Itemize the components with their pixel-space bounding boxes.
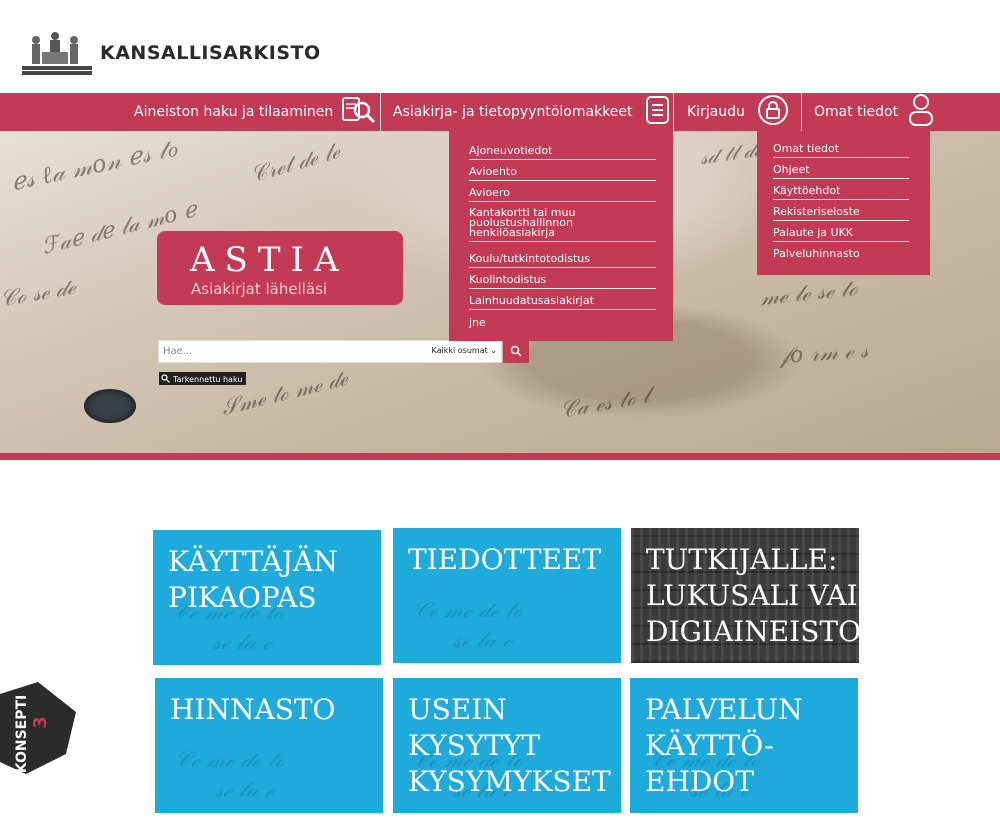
nav-label: Kirjaudu [687, 104, 745, 120]
menu-item[interactable]: Rekisteriseloste [773, 206, 909, 221]
search-button[interactable] [503, 340, 529, 363]
menu-item[interactable]: Kuolintodistus [469, 274, 656, 289]
nav-search-and-order[interactable]: Aineiston haku ja tilaaminen [134, 93, 377, 131]
forms-dropdown-menu: Ajoneuvotiedot Avioehto Avioero Kantakor… [449, 131, 673, 341]
tile-background-script: 𝒞ℯ 𝓂ℯ 𝒹ℯ 𝓉ℴ [175, 748, 285, 773]
astia-subtitle: Asiakirjat lähelläsi [191, 280, 328, 298]
chevron-down-icon: ⌄ [490, 346, 497, 355]
search-input[interactable]: Hae... [163, 346, 192, 357]
logo-wordmark: KANSALLISARKISTO [100, 42, 321, 64]
menu-item[interactable]: Lainhuudatusasiakirjat [469, 295, 656, 310]
tile-terms-of-use[interactable]: 𝒞ℯ 𝓂ℯ 𝒹ℯ 𝓉ℴ 𝓈ℯ 𝓁𝒶 ℯ PALVELUN KÄYTTÖ- EHD… [630, 678, 858, 813]
concept-badge: KONSEPTI 3 [0, 682, 76, 774]
nav-label: Aineiston haku ja tilaaminen [134, 104, 334, 120]
tile-background-script: 𝒞ℯ 𝓂ℯ 𝒹ℯ 𝓉ℴ [413, 598, 523, 623]
tile-announcements[interactable]: 𝒞ℯ 𝓂ℯ 𝒹ℯ 𝓉ℴ 𝓈ℯ 𝓁𝒶 ℯ TIEDOTTEET [393, 528, 621, 663]
nav-divider [673, 93, 674, 131]
manuscript-text-decoration: 𝓈𝒹 𝓉𝓁 𝒹ℯ [698, 136, 763, 170]
menu-item[interactable]: Ajoneuvotiedot [469, 145, 656, 160]
tile-background-script: 𝓈ℯ 𝓁𝒶 ℯ [213, 630, 272, 655]
manuscript-text-decoration: 𝓂ℯ 𝓁ℯ 𝓈ℯ 𝓉ℴ [758, 275, 859, 312]
archive-seal-logo [22, 30, 92, 76]
nav-label: Asiakirja- ja tietopyyntölomakkeet [393, 104, 633, 120]
manuscript-text-decoration: 𝒻𝑜 𝓇𝓂 ℯ 𝓈 [779, 337, 870, 370]
user-icon [908, 93, 934, 131]
menu-item[interactable]: Ohjeet [773, 164, 909, 179]
search-icon [510, 342, 522, 361]
nav-login[interactable]: Kirjaudu [687, 93, 789, 131]
advanced-search-link[interactable]: Tarkennettu haku [159, 372, 247, 385]
search-scope-label: Kaikki osumat [431, 346, 488, 355]
menu-item[interactable]: Kantakortti tai muu puolustushallinnon h… [469, 207, 656, 242]
nav-my-info[interactable]: Omat tiedot [814, 93, 934, 131]
advanced-search-label: Tarkennettu haku [173, 374, 243, 384]
search-documents-icon [341, 95, 377, 129]
site-logo[interactable]: KANSALLISARKISTO [22, 28, 320, 78]
lock-icon [757, 94, 789, 130]
tile-label: KÄYTTÄJÄN PIKAOPAS [168, 545, 338, 614]
tile-label: TUTKIJALLE: LUKUSALI VAI DIGIAINEISTO [646, 543, 859, 648]
search-scope-select[interactable]: Kaikki osumat ⌄ [432, 346, 497, 355]
menu-item[interactable]: Avioero [469, 187, 656, 202]
badge-label: KONSEPTI [14, 694, 30, 774]
tile-faq[interactable]: 𝒞ℯ 𝓂ℯ 𝒹ℯ 𝓉ℴ 𝓈ℯ 𝓁𝒶 ℯ USEIN KYSYTYT KYSYMY… [393, 678, 621, 813]
tile-quick-guide[interactable]: 𝒞ℯ 𝓂ℯ 𝒹ℯ 𝓉ℴ 𝓈ℯ 𝓁𝒶 ℯ KÄYTTÄJÄN PIKAOPAS [153, 530, 381, 665]
main-navigation: Aineiston haku ja tilaaminen Asiakirja- … [0, 93, 1000, 131]
tile-background-script: 𝓈ℯ 𝓁𝒶 ℯ [215, 778, 274, 803]
menu-item[interactable]: Käyttöehdot [773, 185, 909, 200]
manuscript-text-decoration: 𝒞𝒶 ℯ𝓈 𝓉ℴ 𝓁 [558, 383, 652, 424]
nav-divider [801, 93, 802, 131]
menu-item[interactable]: Palaute ja UKK [773, 227, 909, 242]
hero-bottom-border [0, 453, 1000, 460]
manuscript-text-decoration: 𝒞ℴ 𝓈ℯ 𝒹ℯ [0, 274, 78, 313]
tile-label: USEIN KYSYTYT KYSYMYKSET [408, 693, 611, 798]
manuscript-text-decoration: ℯ𝓈 ℓ𝒶 𝓂𝑜𝓃 ℯ𝓈 𝓉ℴ [8, 133, 180, 197]
menu-item[interactable]: Koulu/tutkintotodistus [469, 253, 656, 268]
advanced-search-icon [161, 373, 170, 385]
menu-item[interactable]: Palveluhinnasto [773, 248, 909, 262]
nav-divider [380, 93, 381, 131]
nav-forms[interactable]: Asiakirja- ja tietopyyntölomakkeet [393, 93, 671, 131]
tile-label: PALVELUN KÄYTTÖ- EHDOT [645, 693, 803, 798]
search-bar: Hae... Kaikki osumat ⌄ [158, 340, 502, 363]
form-list-icon [645, 95, 671, 129]
menu-item[interactable]: Avioehto [469, 166, 656, 181]
manuscript-text-decoration: 𝒞𝓇ℯ𝓉 𝒹ℯ 𝓁ℯ [248, 138, 343, 189]
badge-number: 3 [29, 716, 51, 729]
tile-label: TIEDOTTEET [408, 543, 602, 576]
menu-item[interactable]: Omat tiedot [773, 143, 909, 158]
user-dropdown-menu: Omat tiedot Ohjeet Käyttöehdot Rekisteri… [757, 131, 930, 275]
tile-background-script: 𝓈ℯ 𝓁𝒶 ℯ [453, 628, 512, 653]
tile-researcher[interactable]: TUTKIJALLE: LUKUSALI VAI DIGIAINEISTO [631, 528, 859, 663]
astia-title: ASTIA [190, 240, 349, 280]
nav-label: Omat tiedot [814, 104, 899, 120]
tile-label: HINNASTO [170, 693, 336, 726]
tile-pricing[interactable]: 𝒞ℯ 𝓂ℯ 𝒹ℯ 𝓉ℴ 𝓈ℯ 𝓁𝒶 ℯ HINNASTO [155, 678, 383, 813]
wax-seal-decoration [84, 389, 136, 423]
menu-item[interactable]: jne [469, 317, 656, 331]
